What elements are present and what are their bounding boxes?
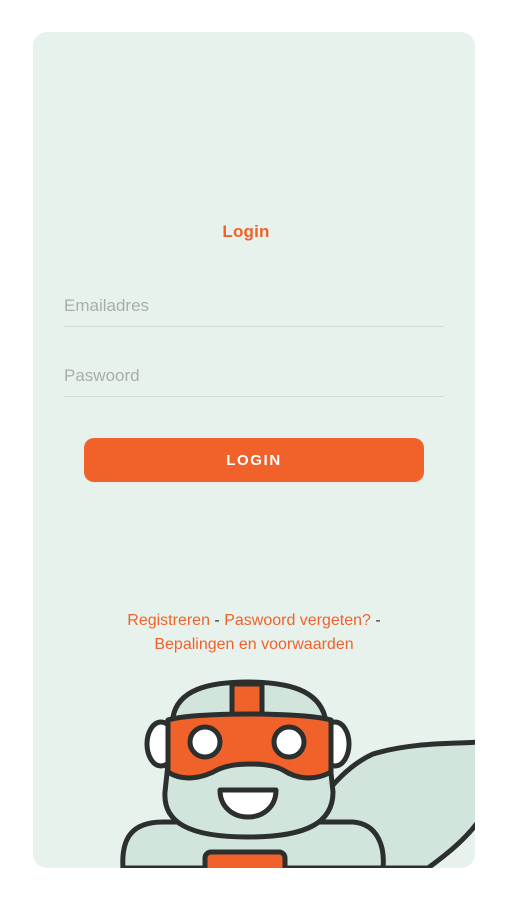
robot-mascot-illustration: [120, 679, 475, 868]
password-field[interactable]: [64, 356, 444, 397]
forgot-password-link[interactable]: Paswoord vergeten?: [224, 612, 371, 629]
register-link[interactable]: Registreren: [127, 612, 210, 629]
email-input[interactable]: [64, 286, 444, 326]
link-separator: -: [370, 612, 381, 629]
mascot-left-eye: [187, 724, 223, 760]
login-button[interactable]: LOGIN: [84, 438, 424, 482]
password-input[interactable]: [64, 356, 444, 396]
mascot-right-eye: [271, 724, 307, 760]
link-separator: -: [209, 612, 225, 629]
footer-links: Registreren - Paswoord vergeten? - Bepal…: [33, 609, 475, 657]
email-field[interactable]: [64, 286, 444, 327]
page-title: Login: [222, 222, 270, 241]
terms-link[interactable]: Bepalingen en voorwaarden: [154, 636, 353, 653]
mascot-chest-emblem: [202, 849, 288, 868]
login-card: Login LOGIN Registreren - Paswoord verge…: [33, 32, 475, 868]
mascot-mouth: [217, 787, 279, 820]
